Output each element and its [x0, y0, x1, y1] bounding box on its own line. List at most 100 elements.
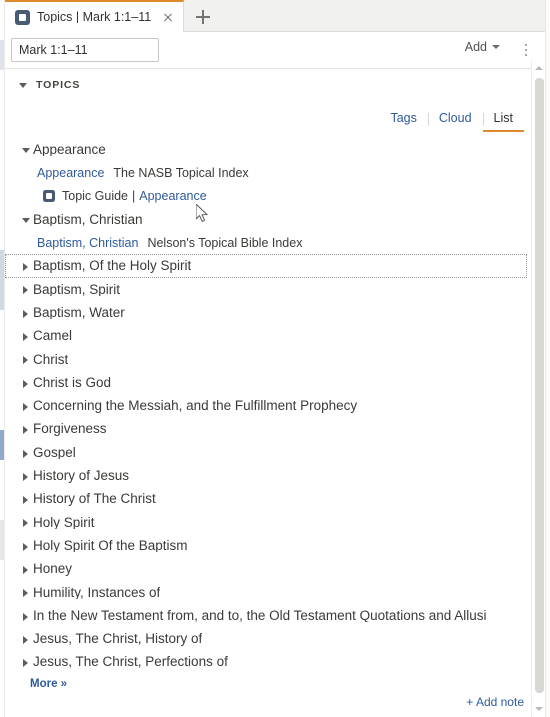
chevron-right-icon[interactable]	[19, 585, 33, 599]
topics-section-label: TOPICS	[36, 78, 81, 91]
left-edge-strip	[0, 0, 5, 717]
edge-accent-1	[0, 40, 4, 70]
scroll-down-arrow-icon[interactable]	[535, 705, 543, 713]
scroll-up-arrow-icon[interactable]	[535, 64, 543, 72]
tree-child-link[interactable]: Baptism, Christian	[37, 237, 138, 250]
chevron-right-icon[interactable]	[19, 492, 33, 506]
tree-node[interactable]: Holy Spirit	[5, 511, 533, 534]
tree-node-label: Holy Spirit	[33, 515, 95, 530]
tree-node-label: Honey	[33, 562, 73, 576]
chevron-right-icon[interactable]	[19, 259, 33, 273]
more-row: More »	[5, 674, 533, 691]
topics-tree[interactable]: Appearance Appearance The NASB Topical Ind…	[5, 138, 533, 691]
topics-panel-window: Topics | Mark 1:1–11 Mark 1:1–11 Add TOP…	[0, 0, 550, 717]
tree-node[interactable]: Baptism, Water	[5, 301, 533, 324]
tree-node[interactable]: Baptism, Of the Holy Spirit	[5, 254, 527, 278]
chevron-right-icon[interactable]	[19, 515, 33, 529]
chevron-right-icon[interactable]	[19, 632, 33, 646]
chevron-right-icon[interactable]	[19, 399, 33, 413]
tree-node-label: Appearance	[33, 142, 106, 157]
tree-node-label: Baptism, Water	[33, 305, 125, 320]
tree-node-label: Jesus, The Christ, History of	[33, 632, 203, 646]
tree-node-label: Forgiveness	[33, 422, 107, 436]
tree-node-label: Baptism, Spirit	[33, 282, 121, 297]
tree-child-source: Nelson's Topical Bible Index	[147, 235, 303, 250]
tree-node[interactable]: Honey	[5, 557, 533, 580]
tree-node-label: Humility, Instances of	[33, 585, 161, 600]
edge-accent-4	[0, 520, 4, 560]
tree-node-label: Concerning the Messiah, and the Fulfillm…	[33, 399, 358, 413]
chevron-right-icon[interactable]	[19, 376, 33, 390]
tree-child-entry[interactable]: Baptism, Christian Nelson's Topical Bible…	[5, 231, 533, 254]
view-tab-cloud[interactable]: Cloud	[427, 112, 483, 132]
add-button[interactable]: Add	[465, 41, 500, 54]
reference-input-value: Mark 1:1–11	[19, 42, 88, 57]
chevron-right-icon[interactable]	[19, 446, 33, 460]
tree-node[interactable]: Holy Spirit Of the Baptism	[5, 534, 533, 557]
chevron-right-icon[interactable]	[19, 609, 33, 623]
tree-node[interactable]: Jesus, The Christ, History of	[5, 627, 533, 650]
tree-node-label: History of The Christ	[33, 492, 156, 506]
tree-node[interactable]: Camel	[5, 324, 533, 347]
close-icon[interactable]	[159, 8, 177, 26]
tree-node[interactable]: Christ	[5, 348, 533, 371]
tree-node[interactable]: Baptism, Christian	[5, 208, 533, 231]
chevron-right-icon[interactable]	[19, 329, 33, 343]
tree-node[interactable]: In the New Testament from, and to, the O…	[5, 604, 533, 627]
tree-node[interactable]: Appearance	[5, 138, 533, 161]
app-logo-icon	[15, 9, 30, 25]
chevron-right-icon[interactable]	[19, 539, 33, 553]
panel-menu-icon[interactable]	[518, 40, 534, 60]
view-mode-tabs: Tags Cloud List	[379, 112, 524, 132]
tree-node[interactable]: Forgiveness	[5, 418, 533, 441]
chevron-right-icon[interactable]	[19, 282, 33, 296]
tab-bar: Topics | Mark 1:1–11	[5, 0, 550, 32]
tree-node[interactable]: Concerning the Messiah, and the Fulfillm…	[5, 394, 533, 417]
tree-node[interactable]: Gospel	[5, 441, 533, 464]
reference-input[interactable]: Mark 1:1–11	[11, 38, 159, 62]
separator: |	[132, 188, 136, 203]
more-link[interactable]: More »	[30, 678, 67, 691]
topic-guide-icon	[43, 190, 55, 203]
chevron-right-icon[interactable]	[19, 469, 33, 483]
topics-section-header[interactable]: TOPICS	[5, 69, 550, 101]
tree-child-source: The NASB Topical Index	[113, 165, 249, 180]
tree-child-entry[interactable]: Appearance The NASB Topical Index	[5, 161, 533, 184]
tree-node-label: Gospel	[33, 445, 76, 460]
add-button-label: Add	[464, 40, 487, 54]
tree-node-label: Camel	[33, 329, 73, 343]
new-tab-icon[interactable]	[191, 6, 215, 28]
right-frame-edge	[545, 0, 550, 717]
tab-topics-mark[interactable]: Topics | Mark 1:1–11	[5, 0, 184, 32]
chevron-down-icon[interactable]	[19, 213, 33, 227]
chevron-right-icon[interactable]	[19, 562, 33, 576]
tree-child-link[interactable]: Appearance	[37, 167, 104, 180]
chevron-down-icon[interactable]	[19, 82, 27, 88]
chevron-right-icon[interactable]	[19, 306, 33, 320]
view-tab-tags[interactable]: Tags	[379, 112, 427, 132]
tree-node[interactable]: Christ is God	[5, 371, 533, 394]
edge-accent-2	[0, 250, 4, 310]
kebab-dot	[524, 43, 528, 47]
panel-toolbar: Mark 1:1–11 Add	[5, 32, 550, 69]
chevron-down-icon[interactable]	[19, 143, 33, 157]
tree-node-label: Holy Spirit Of the Baptism	[33, 538, 188, 553]
tree-node-label: History of Jesus	[33, 469, 130, 483]
tree-node[interactable]: Baptism, Spirit	[5, 278, 533, 301]
view-tab-list[interactable]: List	[482, 112, 524, 132]
tree-node[interactable]: Humility, Instances of	[5, 581, 533, 604]
tree-node-label: Baptism, Christian	[33, 212, 143, 227]
tree-child-guide-entry[interactable]: Topic Guide | Appearance	[5, 185, 533, 208]
scrollbar-thumb[interactable]	[535, 78, 544, 693]
add-note-button[interactable]: + Add note	[466, 696, 524, 708]
tree-node-label: Christ	[33, 352, 69, 367]
topic-guide-link[interactable]: Appearance	[139, 190, 206, 203]
tree-node[interactable]: Jesus, The Christ, Perfections of	[5, 651, 533, 674]
tree-node[interactable]: History of Jesus	[5, 464, 533, 487]
chevron-right-icon[interactable]	[19, 422, 33, 436]
chevron-right-icon[interactable]	[19, 655, 33, 669]
chevron-right-icon[interactable]	[19, 352, 33, 366]
tree-node[interactable]: History of The Christ	[5, 487, 533, 510]
vertical-scrollbar[interactable]	[531, 60, 545, 717]
edge-accent-3	[0, 430, 4, 460]
